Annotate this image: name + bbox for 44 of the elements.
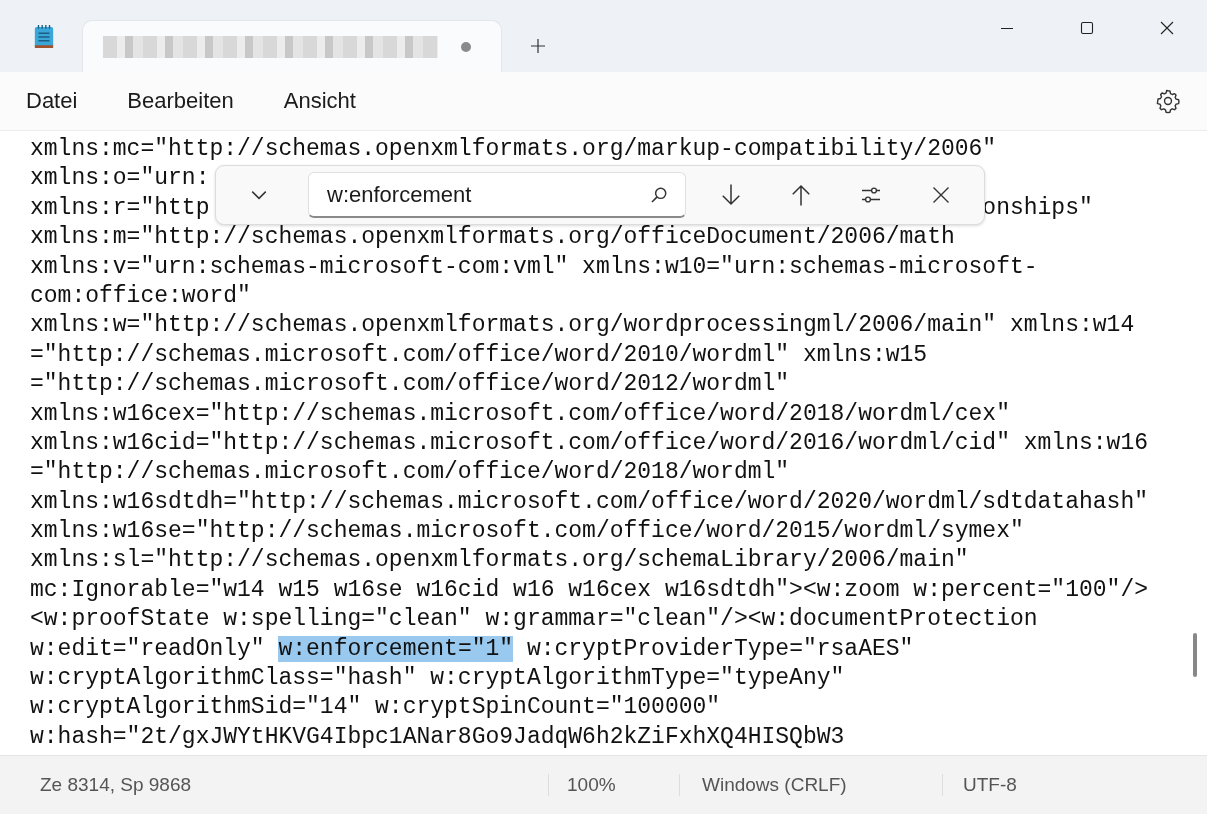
code-text: com:office:word": [30, 282, 251, 309]
search-match: w:enforcement="1": [278, 635, 514, 662]
minimize-icon: [999, 27, 1015, 29]
arrow-up-icon: [789, 183, 813, 207]
search-icon: [650, 186, 668, 204]
arrow-down-icon: [719, 183, 743, 207]
code-text: w:edit="readOnly": [30, 635, 266, 662]
code-text: xmlns:w16cid="http://schemas.microsoft.com/office/word/2016/wordml/cid" xmlns:w16: [30, 429, 1148, 456]
code-text: xmlns:w16cex="http://schemas.microsoft.com/office/word/2018/wordml/cex": [30, 400, 1010, 427]
code-text: xmlns:mc="http://schemas.openxmlformats.org/markup-compatibility/2006": [30, 136, 997, 162]
code-text: w:cryptAlgorithmSid="14" w:cryptSpinCount="100000": [30, 694, 721, 721]
code-text: xmlns:r="http: [30, 193, 210, 223]
scrollbar-thumb[interactable]: [1193, 633, 1197, 677]
menu-item[interactable]: Bearbeiten: [111, 82, 250, 120]
code-text: onships": [982, 193, 1093, 223]
line-ending: Windows (CRLF): [680, 774, 943, 796]
code-text: ="http://schemas.microsoft.com/office/word/2012/wordml": [30, 371, 790, 398]
code-text: mc:Ignorable="w14 w15 w16se w16cid w16 w16cex w16sdtdh"><w:zoom w:percent="100"/>: [30, 576, 1148, 603]
code-text: xmlns:m="http://schemas.openxmlformats.org/officeDocument/2006/math: [30, 224, 955, 251]
code-text: ="http://schemas.microsoft.com/office/word/2018/wordml": [30, 459, 790, 486]
code-text: <w:proofState w:spelling="clean" w:grammar="clean"/><w:documentProtection: [30, 606, 1038, 633]
code-text: w:cryptAlgorithmClass="hash" w:cryptAlgorithmType="typeAny": [30, 665, 845, 692]
code-text: xmlns:v="urn:schemas-microsoft-com:vml" xmlns:w10="urn:schemas-microsoft-: [30, 253, 1038, 280]
code-text: ="http://schemas.microsoft.com/office/word/2010/wordml" xmlns:w15: [30, 341, 928, 368]
notepad-icon: [33, 24, 55, 50]
code-text: xmlns:sl="http://schemas.openxmlformats.org/schemaLibrary/2006/main": [30, 547, 969, 574]
code-text: w:hash="2t/gxJWYtHKVG4Ibpc1ANar8Go9JadqW6h2kZiFxhXQ4HISQbW3: [30, 723, 845, 750]
close-icon: [1159, 20, 1175, 36]
search-field[interactable]: w:enforcement: [308, 172, 686, 218]
menu-item[interactable]: Ansicht: [267, 82, 372, 120]
document-tab[interactable]: [82, 20, 502, 72]
plus-icon: [530, 38, 546, 54]
encoding: UTF-8: [962, 774, 1017, 796]
maximize-icon: [1079, 20, 1095, 36]
cursor-position: Ze 8314, Sp 9868: [0, 774, 549, 796]
code-text: xmlns:w16se="http://schemas.microsoft.com/office/word/2015/wordml/symex": [30, 518, 1024, 545]
code-text: xmlns:o="urn:: [30, 165, 210, 192]
menu-item[interactable]: Datei: [10, 82, 94, 120]
settings-icon[interactable]: [1155, 88, 1181, 114]
close-icon: [931, 185, 951, 205]
zoom-level: 100%: [549, 774, 680, 796]
code-text: xmlns:w="http://schemas.openxmlformats.org/wordprocessingml/2006/main" xmlns:w14: [30, 312, 1135, 339]
code-text: xmlns:w16sdtdh="http://schemas.microsoft.com/office/word/2020/wordml/sdtdatahash": [30, 488, 1148, 515]
code-text: w:cryptProviderType="rsaAES": [525, 635, 914, 662]
